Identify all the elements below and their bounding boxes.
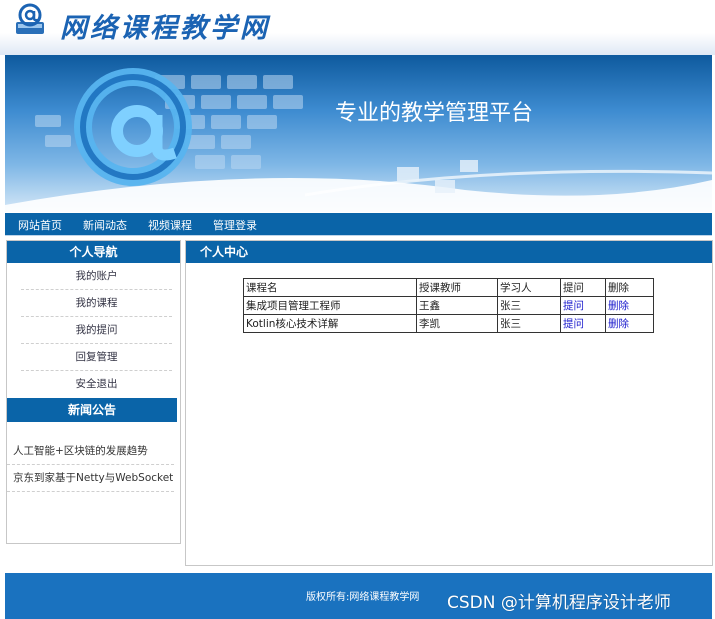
banner: 专业的教学管理平台: [5, 55, 712, 212]
column-header: 授课教师: [416, 278, 498, 297]
teacher-cell: 王鑫: [416, 296, 498, 315]
page-title: 个人中心: [186, 241, 712, 263]
table-row: Kotlin核心技术详解 李凯 张三 提问 删除: [243, 314, 654, 333]
course-name-cell: 集成项目管理工程师: [243, 296, 417, 315]
site-title: 网络课程教学网: [60, 13, 270, 44]
sidebar-title: 个人导航: [7, 241, 180, 263]
nav-video-courses[interactable]: 视频课程: [148, 217, 192, 233]
sidebar-item-my-account[interactable]: 我的账户: [21, 263, 172, 290]
banner-slogan: 专业的教学管理平台: [335, 101, 534, 126]
teacher-cell: 李凯: [416, 314, 498, 333]
learner-cell: 张三: [497, 314, 561, 333]
watermark: CSDN @计算机程序设计老师: [447, 593, 671, 613]
column-header: 提问: [560, 278, 606, 297]
sidebar-item-logout[interactable]: 安全退出: [21, 371, 172, 397]
sidebar-item-reply-management[interactable]: 回复管理: [21, 344, 172, 371]
course-table: 课程名 授课教师 学习人 提问 删除 集成项目管理工程师 王鑫 张三 提问 删除…: [243, 278, 654, 333]
top-nav: 网站首页 新闻动态 视频课程 管理登录: [5, 213, 712, 236]
ask-question-link[interactable]: 提问: [560, 296, 606, 315]
course-name-cell: Kotlin核心技术详解: [243, 314, 417, 333]
sidebar-item-my-questions[interactable]: 我的提问: [21, 317, 172, 344]
nav-news[interactable]: 新闻动态: [83, 217, 127, 233]
ask-question-link[interactable]: 提问: [560, 314, 606, 333]
news-item[interactable]: 人工智能+区块链的发展趋势: [7, 438, 174, 465]
sidebar: 个人导航 我的账户 我的课程 我的提问 回复管理 安全退出 新闻公告 人工智能+…: [6, 240, 181, 544]
news-title: 新闻公告: [7, 398, 177, 422]
column-header: 学习人: [497, 278, 561, 297]
at-sign-folder-icon: [16, 3, 44, 34]
learner-cell: 张三: [497, 296, 561, 315]
nav-admin-login[interactable]: 管理登录: [213, 217, 257, 233]
table-row: 集成项目管理工程师 王鑫 张三 提问 删除: [243, 296, 654, 315]
delete-link[interactable]: 删除: [605, 314, 654, 333]
banner-graphic: [5, 68, 712, 212]
column-header: 课程名: [243, 278, 417, 297]
table-header-row: 课程名 授课教师 学习人 提问 删除: [243, 278, 654, 297]
copyright-text: 版权所有:网络课程教学网: [306, 592, 420, 603]
delete-link[interactable]: 删除: [605, 296, 654, 315]
main-panel: 个人中心 课程名 授课教师 学习人 提问 删除 集成项目管理工程师 王鑫 张三 …: [185, 240, 713, 566]
column-header: 删除: [605, 278, 654, 297]
site-header: 网络课程教学网: [0, 0, 715, 55]
at-symbol-graphic: [74, 68, 192, 186]
news-item[interactable]: 京东到家基于Netty与WebSocket: [7, 465, 174, 492]
sidebar-item-my-courses[interactable]: 我的课程: [21, 290, 172, 317]
nav-home[interactable]: 网站首页: [18, 217, 62, 233]
